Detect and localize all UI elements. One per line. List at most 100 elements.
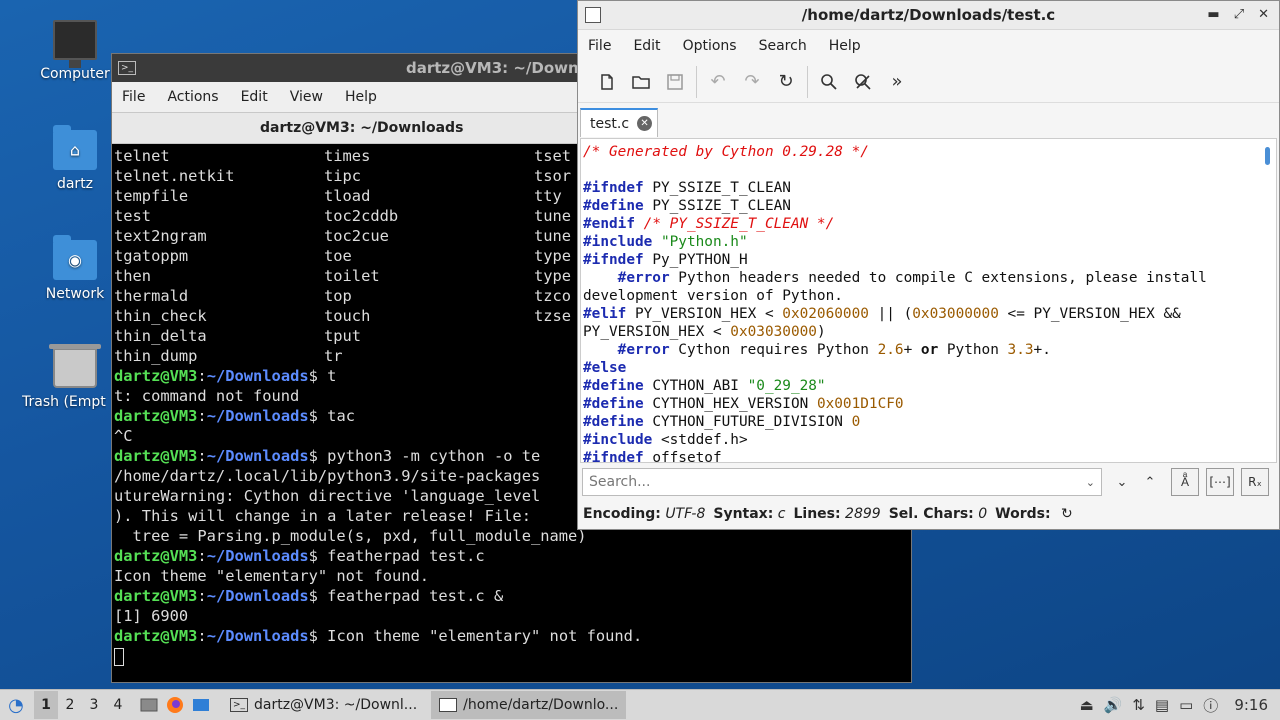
code-token: #define <box>583 396 644 412</box>
display-icon[interactable]: ▭ <box>1179 696 1193 714</box>
terminal-menu-file[interactable]: File <box>122 89 157 105</box>
match-case-icon[interactable]: Aͣ <box>1171 468 1199 496</box>
save-icon[interactable] <box>658 67 692 97</box>
volume-icon[interactable]: 🔊 <box>1104 696 1123 714</box>
redo-icon[interactable]: ↷ <box>735 67 769 97</box>
firefox-icon[interactable] <box>162 692 188 718</box>
fp-menu-help[interactable]: Help <box>829 38 861 54</box>
eject-icon[interactable]: ⏏ <box>1079 696 1093 714</box>
terminal-column-cell: test <box>114 207 152 225</box>
regex-icon[interactable]: Rₓ <box>1241 468 1269 496</box>
code-line: #error Cython requires Python 2.6+ or Py… <box>583 341 1274 359</box>
find-next-icon[interactable]: ⌄ <box>1108 468 1136 496</box>
start-menu-icon[interactable]: ◔ <box>2 691 30 719</box>
fp-menu-edit[interactable]: Edit <box>633 38 660 54</box>
desktop-icon-home[interactable]: ⌂ dartz <box>27 125 123 192</box>
terminal-line: dartz@VM3:~/Downloads$ featherpad test.c <box>114 547 485 565</box>
chevron-down-icon[interactable]: ⌄ <box>1086 476 1095 489</box>
terminal-menu-help[interactable]: Help <box>345 89 389 105</box>
terminal-column-cell: tipc <box>324 167 362 185</box>
fp-menu-options[interactable]: Options <box>683 38 737 54</box>
workspace-2[interactable]: 2 <box>58 697 82 713</box>
code-token: #error <box>617 342 670 358</box>
sel-chars-label: Sel. Chars: <box>888 506 974 522</box>
code-token: #define <box>583 378 644 394</box>
desktop-icon-computer[interactable]: Computer <box>27 20 123 82</box>
desktop-icon-label: Network <box>45 286 105 302</box>
show-desktop-icon[interactable] <box>188 692 214 718</box>
desktop-icon-network[interactable]: ◉ Network <box>27 235 123 302</box>
featherpad-window[interactable]: /home/dartz/Downloads/test.c ▬ ⤢ ✕ File … <box>577 0 1280 530</box>
reload-icon[interactable]: ↻ <box>769 67 803 97</box>
close-icon[interactable]: ✕ <box>1258 7 1269 22</box>
featherpad-app-icon <box>439 698 458 712</box>
fp-menu-file[interactable]: File <box>588 38 611 54</box>
prompt-user: dartz@VM3 <box>114 447 198 465</box>
terminal-menu-edit[interactable]: Edit <box>241 89 280 105</box>
code-token: CYTHON_HEX_VERSION <box>643 396 817 412</box>
terminal-column-cell: tsor <box>534 167 572 185</box>
code-editor[interactable]: /* Generated by Cython 0.29.28 */ #ifndef… <box>580 138 1277 463</box>
editor-scrollbar[interactable] <box>1265 147 1270 165</box>
minimize-icon[interactable]: ▬ <box>1207 7 1219 22</box>
clock[interactable]: 9:16 <box>1234 696 1268 714</box>
task-terminal[interactable]: >_ dartz@VM3: ~/Downl... <box>222 691 425 719</box>
update-notifier-icon[interactable]: ⓘ <box>1203 695 1218 716</box>
terminal-column-cell: text2ngram <box>114 227 207 245</box>
fp-menu-search[interactable]: Search <box>759 38 807 54</box>
featherpad-titlebar[interactable]: /home/dartz/Downloads/test.c ▬ ⤢ ✕ <box>578 1 1279 30</box>
terminal-column-cell: tune <box>534 227 572 245</box>
network-icon[interactable]: ⇅ <box>1132 696 1145 714</box>
code-text[interactable]: /* Generated by Cython 0.29.28 */ #ifndef… <box>581 139 1276 462</box>
more-chevrons-icon[interactable]: » <box>880 67 914 97</box>
terminal-column-cell: toc2cue <box>324 227 389 245</box>
code-token: #ifndef <box>583 180 644 196</box>
find-previous-icon[interactable]: ⌃ <box>1136 468 1164 496</box>
terminal-column-cell: type <box>534 247 572 265</box>
file-manager-icon[interactable] <box>136 692 162 718</box>
open-folder-icon[interactable] <box>624 67 658 97</box>
terminal-column-cell: toc2cddb <box>324 207 399 225</box>
terminal-column-cell: thermald <box>114 287 189 305</box>
undo-icon[interactable]: ↶ <box>701 67 735 97</box>
task-label: /home/dartz/Downlo... <box>463 697 619 713</box>
tab-close-icon[interactable]: ✕ <box>637 116 653 131</box>
maximize-icon[interactable]: ⤢ <box>1234 7 1244 22</box>
output-text: utureWarning: Cython directive 'language… <box>114 487 541 505</box>
whole-word-icon[interactable]: [⋯] <box>1206 468 1234 496</box>
terminal-column-cell: tput <box>324 327 362 345</box>
tab-test-c[interactable]: test.c ✕ <box>580 108 658 137</box>
code-line: #define CYTHON_ABI "0_29_28" <box>583 377 1274 395</box>
code-line: #ifndef offsetof <box>583 449 1274 462</box>
find-icon[interactable] <box>812 67 846 97</box>
trash-icon <box>49 344 101 388</box>
terminal-column-cell: telnet <box>114 147 170 165</box>
task-featherpad[interactable]: /home/dartz/Downlo... <box>431 691 627 719</box>
refresh-words-icon[interactable]: ↻ <box>1061 506 1073 522</box>
code-line: #elif PY_VERSION_HEX < 0x02060000 || (0x… <box>583 305 1274 323</box>
code-line: #include <stddef.h> <box>583 431 1274 449</box>
output-text: ). This will change in a later release! … <box>114 507 531 525</box>
code-token: "Python.h" <box>660 234 748 250</box>
terminal-icon: >_ <box>118 61 136 75</box>
clipboard-icon[interactable]: ▤ <box>1155 696 1169 714</box>
code-line: #error Python headers needed to compile … <box>583 269 1274 287</box>
workspace-4[interactable]: 4 <box>106 697 130 713</box>
code-token: + <box>903 342 921 358</box>
search-input[interactable]: Search... ⌄ <box>582 468 1102 496</box>
new-file-icon[interactable] <box>590 67 624 97</box>
workspace-1[interactable]: 1 <box>34 691 58 719</box>
terminal-menu-actions[interactable]: Actions <box>167 89 230 105</box>
replace-icon[interactable] <box>846 67 880 97</box>
code-line: PY_VERSION_HEX < 0x03030000) <box>583 323 1274 341</box>
terminal-column-cell: toe <box>324 247 352 265</box>
workspace-3[interactable]: 3 <box>82 697 106 713</box>
code-token: #define <box>583 198 644 214</box>
output-text: t: command not found <box>114 387 300 405</box>
output-text: Icon theme "elementary" not found. <box>114 567 430 585</box>
prompt-path: ~/Downloads <box>206 587 309 605</box>
output-text: /home/dartz/.local/lib/python3.9/site-pa… <box>114 467 541 485</box>
lines-label: Lines: <box>793 506 841 522</box>
terminal-menu-view[interactable]: View <box>290 89 335 105</box>
